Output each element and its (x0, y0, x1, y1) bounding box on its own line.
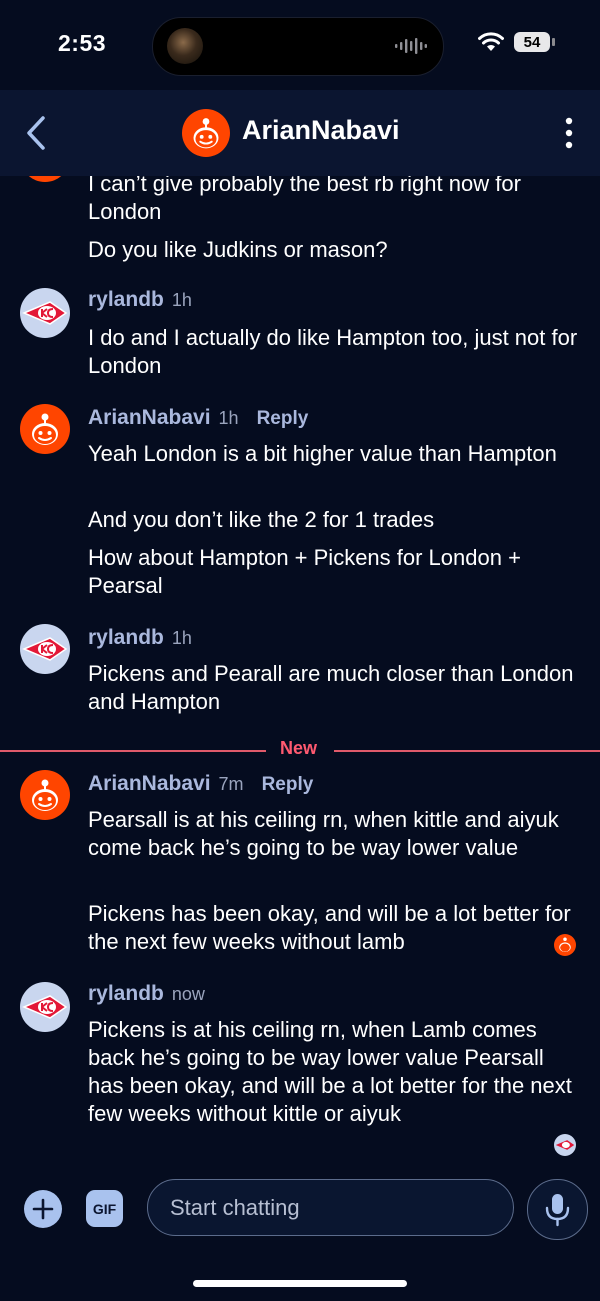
snoo-avatar-icon[interactable] (182, 109, 230, 157)
snoo-avatar-icon (28, 176, 62, 182)
chat-header: ArianNabavi (0, 90, 600, 176)
status-bar: 2:53 54 (0, 0, 600, 90)
username[interactable]: ArianNabavi (88, 772, 211, 796)
username[interactable]: rylandb (88, 982, 164, 1006)
message-text: I do and I actually do like Hampton too,… (88, 325, 578, 378)
username[interactable]: rylandb (88, 626, 164, 650)
snoo-avatar-icon[interactable] (20, 404, 70, 454)
message-feed[interactable]: I can’t give probably the best rb right … (0, 176, 600, 1166)
gif-button[interactable]: GIF (86, 1190, 123, 1227)
chiefs-avatar-icon[interactable] (20, 288, 70, 338)
chiefs-avatar-icon[interactable] (20, 982, 70, 1032)
status-time: 2:53 (58, 30, 107, 56)
dynamic-island[interactable] (152, 17, 444, 76)
home-indicator[interactable] (193, 1280, 407, 1287)
message-text: Yeah London is a bit higher value than H… (88, 441, 557, 466)
now-playing-avatar (167, 28, 203, 64)
message-text: Pearsall is at his ceiling rn, when kitt… (88, 807, 559, 860)
message-text: Pickens has been okay, and will be a lot… (88, 901, 571, 954)
chiefs-read-receipt-icon (554, 1134, 576, 1156)
message-text: Do you like Judkins or mason? (88, 237, 388, 262)
composer-bar: GIF (0, 1166, 600, 1301)
reply-button[interactable]: Reply (257, 408, 309, 430)
kebab-menu-icon[interactable] (562, 116, 576, 150)
timestamp: 1h (218, 408, 239, 428)
message-text: Pickens is at his ceiling rn, when Lamb … (88, 1017, 572, 1126)
message-text: How about Hampton + Pickens for London +… (88, 545, 521, 598)
chevron-left-icon[interactable] (22, 114, 52, 152)
timestamp: 1h (171, 290, 192, 310)
message-text: Pickens and Pearall are much closer than… (88, 661, 574, 714)
new-messages-divider: New (0, 738, 600, 760)
reply-button[interactable]: Reply (262, 774, 314, 796)
plus-icon (32, 1198, 54, 1220)
timestamp: 1h (171, 628, 192, 648)
message-text: I can’t give probably the best rb right … (88, 176, 521, 224)
voice-wave-icon (395, 38, 427, 54)
message-text: And you don’t like the 2 for 1 trades (88, 507, 435, 532)
chat-input[interactable] (147, 1179, 514, 1236)
microphone-button[interactable] (527, 1179, 588, 1240)
snoo-avatar-icon[interactable] (20, 770, 70, 820)
timestamp: now (171, 984, 205, 1004)
snoo-read-receipt-icon (554, 934, 576, 956)
timestamp: 7m (218, 774, 244, 794)
battery-icon: 54 (514, 32, 555, 52)
chiefs-avatar-icon[interactable] (20, 624, 70, 674)
username[interactable]: ArianNabavi (88, 406, 211, 430)
wifi-icon (478, 32, 504, 51)
new-label: New (280, 738, 318, 758)
chat-title: ArianNabavi (242, 115, 400, 145)
username[interactable]: rylandb (88, 288, 164, 312)
add-attachment-button[interactable] (24, 1190, 62, 1228)
microphone-icon (545, 1194, 570, 1227)
